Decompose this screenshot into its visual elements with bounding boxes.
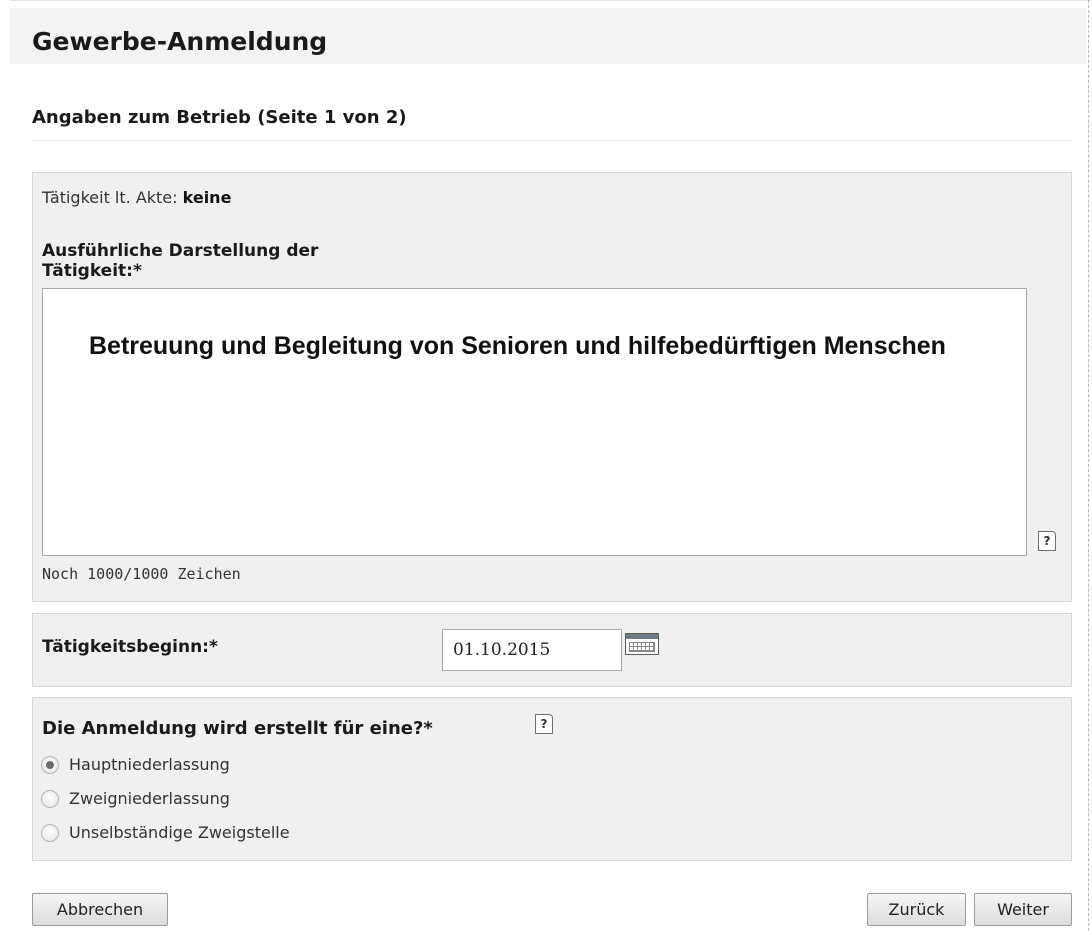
start-date-input[interactable]: [442, 629, 622, 671]
radio-button[interactable]: [41, 824, 59, 842]
start-date-label: Tätigkeitsbeginn:*: [42, 637, 218, 657]
section-title: Angaben zum Betrieb (Seite 1 von 2): [32, 107, 407, 128]
cancel-button[interactable]: Abbrechen: [32, 893, 168, 926]
page-title: Gewerbe-Anmeldung: [32, 27, 328, 56]
akte-activity-line: Tätigkeit lt. Akte: keine: [42, 187, 231, 209]
activity-description-textarea[interactable]: Betreuung und Begleitung von Senioren un…: [42, 288, 1027, 556]
registration-type-question: Die Anmeldung wird erstellt für eine?*: [42, 718, 433, 739]
registration-type-panel: Die Anmeldung wird erstellt für eine?* ?…: [32, 697, 1072, 861]
section-divider: [32, 140, 1072, 141]
right-dashed-divider: [1088, 0, 1089, 931]
calendar-icon-header: [626, 634, 658, 639]
page: Gewerbe-Anmeldung Angaben zum Betrieb (S…: [0, 0, 1092, 931]
help-page-icon[interactable]: ?: [1038, 531, 1056, 551]
radio-label[interactable]: Unselbständige Zweigstelle: [69, 820, 290, 846]
help-page-icon[interactable]: ?: [535, 714, 553, 734]
akte-label: Tätigkeit lt. Akte:: [42, 188, 183, 207]
character-counter: Noch 1000/1000 Zeichen: [42, 565, 241, 583]
start-date-panel: Tätigkeitsbeginn:*: [32, 613, 1072, 687]
calendar-icon[interactable]: [625, 633, 659, 655]
next-button[interactable]: Weiter: [974, 893, 1072, 926]
akte-value: keine: [182, 188, 232, 207]
radio-button[interactable]: [41, 790, 59, 808]
back-button[interactable]: Zurück: [867, 893, 966, 926]
radio-button-checked[interactable]: [41, 756, 59, 774]
calendar-icon-grid: [629, 642, 655, 652]
radio-label[interactable]: Hauptniederlassung: [69, 752, 230, 778]
radio-label[interactable]: Zweigniederlassung: [69, 786, 230, 812]
description-label: Ausführliche Darstellung der Tätigkeit:*: [42, 241, 319, 281]
top-divider: [10, 0, 1092, 1]
activity-panel: Tätigkeit lt. Akte: keine Ausführliche D…: [32, 172, 1072, 602]
